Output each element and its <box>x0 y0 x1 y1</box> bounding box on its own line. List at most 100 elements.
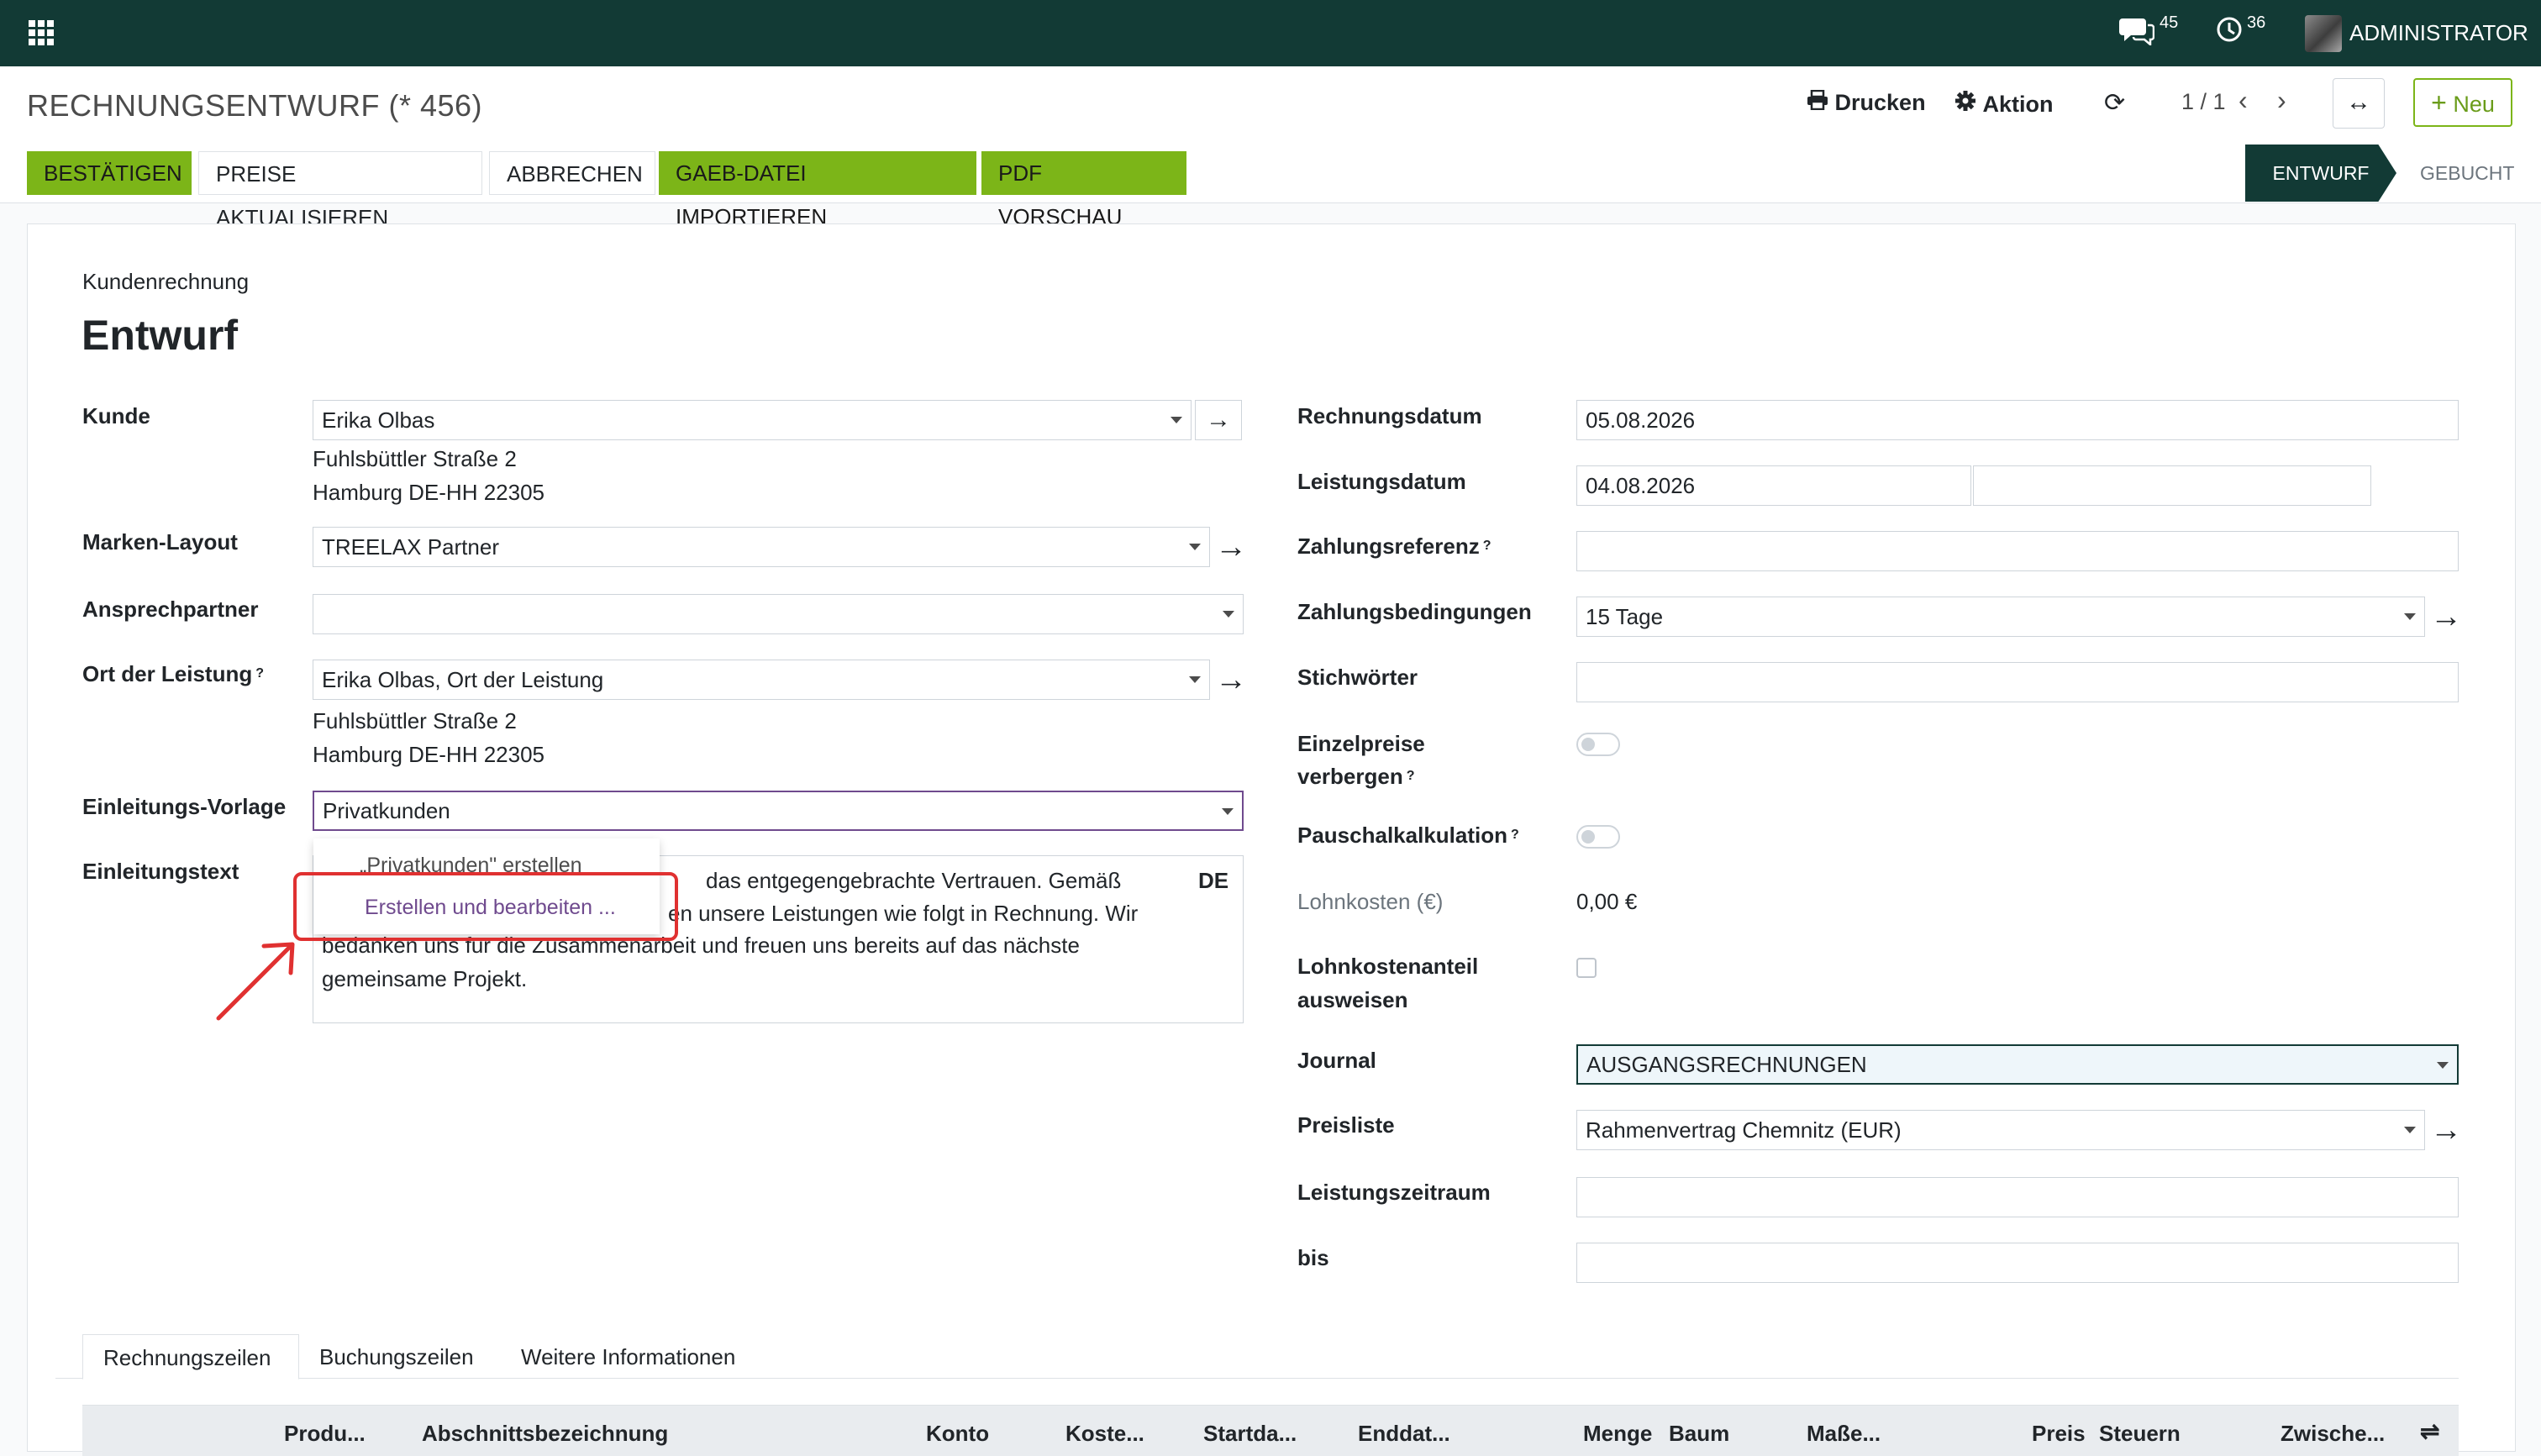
contact-label: Ansprechpartner <box>82 597 259 622</box>
help-icon: ? <box>255 666 265 681</box>
service-date-end-input[interactable] <box>1973 465 2371 506</box>
pricelist-open-arrow-icon[interactable]: → <box>2430 1112 2462 1149</box>
brand-layout-label: Marken-Layout <box>82 529 238 555</box>
intro-template-label: Einleitungs-Vorlage <box>82 794 287 819</box>
intro-text-label: Einleitungstext <box>82 859 239 884</box>
service-date-label: Leistungsdatum <box>1297 469 1466 494</box>
action-button[interactable]: Aktion <box>1954 90 2054 118</box>
help-icon: ? <box>1406 769 1415 783</box>
keywords-input[interactable] <box>1576 662 2459 702</box>
intro-text-line: das entgegengebrachte Vertrauen. Gemäß <box>706 868 1122 893</box>
pager-prev-icon[interactable]: ‹ <box>2238 85 2248 116</box>
pricelist-input[interactable]: Rahmenvertrag Chemnitz (EUR) <box>1576 1110 2425 1150</box>
tab-invoice-lines[interactable]: Rechnungszeilen <box>82 1334 299 1380</box>
tab-journal-items[interactable]: Buchungszeilen <box>319 1334 474 1380</box>
service-site-input[interactable]: Erika Olbas, Ort der Leistung <box>313 660 1210 700</box>
show-labor-share-checkbox[interactable] <box>1576 958 1597 978</box>
expand-width-button[interactable]: ↔ <box>2333 78 2385 129</box>
gear-icon <box>1954 91 1983 117</box>
journal-input[interactable]: AUSGANGSRECHNUNGEN <box>1576 1044 2459 1085</box>
customer-input[interactable]: Erika Olbas <box>313 400 1192 440</box>
user-avatar[interactable] <box>2305 15 2342 52</box>
messages-count-badge: 45 <box>2160 13 2179 32</box>
column-header[interactable]: Abschnittsbezeichnung <box>422 1421 668 1447</box>
pdf-preview-button[interactable]: PDF VORSCHAU <box>981 151 1186 229</box>
print-button[interactable]: Drucken <box>1807 89 1926 116</box>
reload-icon[interactable]: ⟳ <box>2104 88 2125 118</box>
hide-unit-prices-toggle[interactable] <box>1576 733 1620 756</box>
status-entwurf[interactable]: ENTWURF <box>2245 145 2396 202</box>
update-prices-button[interactable]: PREISE AKTUALISIEREN <box>198 151 482 230</box>
payment-reference-input[interactable] <box>1576 531 2459 571</box>
column-header[interactable]: Steuern <box>2099 1421 2181 1447</box>
help-icon: ? <box>1482 539 1491 553</box>
activity-clock-icon[interactable] <box>2215 15 2244 50</box>
app-menu-icon[interactable] <box>29 20 54 45</box>
tab-other-info[interactable]: Weitere Informationen <box>521 1334 735 1380</box>
show-labor-share-label: Lohnkostenanteil <box>1297 954 1479 979</box>
user-menu-name[interactable]: ADMINISTRATOR <box>2349 20 2528 46</box>
record-title: Entwurf <box>82 312 239 359</box>
arrows-horizontal-icon: ↔ <box>2346 88 2371 116</box>
until-input[interactable] <box>1576 1243 2459 1283</box>
column-settings-icon[interactable]: ⇌ <box>2420 1417 2439 1445</box>
annotation-highlight-box <box>293 872 678 941</box>
language-badge[interactable]: DE <box>1198 864 1228 897</box>
column-header[interactable]: Zwische... <box>2281 1421 2385 1447</box>
lump-sum-label: Pauschalkalkulation? <box>1297 823 1519 848</box>
pricelist-label: Preisliste <box>1297 1112 1395 1138</box>
intro-text-line: en unsere Leistungen wie folgt in Rechnu… <box>668 901 1139 926</box>
activities-count-badge: 36 <box>2247 13 2266 32</box>
new-record-button[interactable]: + Neu <box>2413 78 2512 127</box>
labor-cost-value: 0,00 € <box>1576 889 1638 914</box>
payment-reference-label: Zahlungsreferenz? <box>1297 534 1491 559</box>
pager-value[interactable]: 1 / 1 <box>2181 89 2226 115</box>
messages-icon[interactable] <box>2119 15 2155 52</box>
top-navbar: 45 36 ADMINISTRATOR <box>0 0 2541 66</box>
service-date-start-input[interactable]: 04.08.2026 <box>1576 465 1971 506</box>
column-header[interactable]: Preis <box>2032 1421 2086 1447</box>
invoice-date-input[interactable]: 05.08.2026 <box>1576 400 2459 440</box>
column-header[interactable]: Konto <box>926 1421 989 1447</box>
labor-cost-label: Lohnkosten (€) <box>1297 889 1444 914</box>
column-header[interactable]: Koste... <box>1065 1421 1144 1447</box>
intro-text-line: gemeinsame Projekt. <box>322 966 528 991</box>
hide-unit-prices-label: verbergen? <box>1297 764 1415 789</box>
column-header[interactable]: Enddat... <box>1358 1421 1450 1447</box>
payment-terms-open-arrow-icon[interactable]: → <box>2430 599 2462 635</box>
until-label: bis <box>1297 1245 1329 1270</box>
plus-icon: + <box>2431 87 2447 118</box>
hide-unit-prices-label: Einzelpreise <box>1297 731 1425 756</box>
service-site-open-arrow-icon[interactable]: → <box>1215 662 1247 698</box>
customer-address-line2: Hamburg DE-HH 22305 <box>313 480 545 505</box>
show-labor-share-label: ausweisen <box>1297 987 1408 1012</box>
annotation-arrow-icon <box>216 942 295 1021</box>
column-header[interactable]: Menge <box>1583 1421 1652 1447</box>
gaeb-import-button[interactable]: GAEB-DATEI IMPORTIEREN <box>659 151 976 229</box>
confirm-button[interactable]: BESTÄTIGEN <box>27 151 192 195</box>
column-header[interactable]: Startda... <box>1203 1421 1297 1447</box>
column-header[interactable]: Baum <box>1669 1421 1729 1447</box>
service-period-input[interactable] <box>1576 1177 2459 1217</box>
contact-input[interactable] <box>313 594 1244 634</box>
site-address-line2: Hamburg DE-HH 22305 <box>313 742 545 767</box>
control-panel: RECHNUNGSENTWURF (* 456) Drucken Aktion … <box>0 66 2541 230</box>
column-header[interactable]: Produ... <box>284 1421 366 1447</box>
intro-template-input[interactable]: Privatkunden <box>313 791 1244 831</box>
journal-label: Journal <box>1297 1048 1376 1073</box>
brand-layout-input[interactable]: TREELAX Partner <box>313 527 1210 567</box>
invoice-lines-table-header: Produ... Abschnittsbezeichnung Konto Kos… <box>82 1405 2459 1456</box>
invoice-type-label: Kundenrechnung <box>82 269 250 294</box>
printer-icon <box>1807 89 1835 115</box>
column-header[interactable]: Maße... <box>1807 1421 1881 1447</box>
customer-label: Kunde <box>82 403 150 428</box>
pager-next-icon[interactable]: › <box>2277 85 2286 116</box>
brand-layout-open-arrow-icon[interactable]: → <box>1215 529 1247 565</box>
payment-terms-input[interactable]: 15 Tage <box>1576 597 2425 637</box>
status-gebucht[interactable]: GEBUCHT <box>2420 145 2521 202</box>
customer-open-arrow-icon[interactable]: → <box>1195 400 1242 440</box>
cancel-button[interactable]: ABBRECHEN <box>489 151 655 195</box>
lump-sum-toggle[interactable] <box>1576 825 1620 849</box>
invoice-date-label: Rechnungsdatum <box>1297 403 1482 428</box>
site-address-line1: Fuhlsbüttler Straße 2 <box>313 708 517 733</box>
